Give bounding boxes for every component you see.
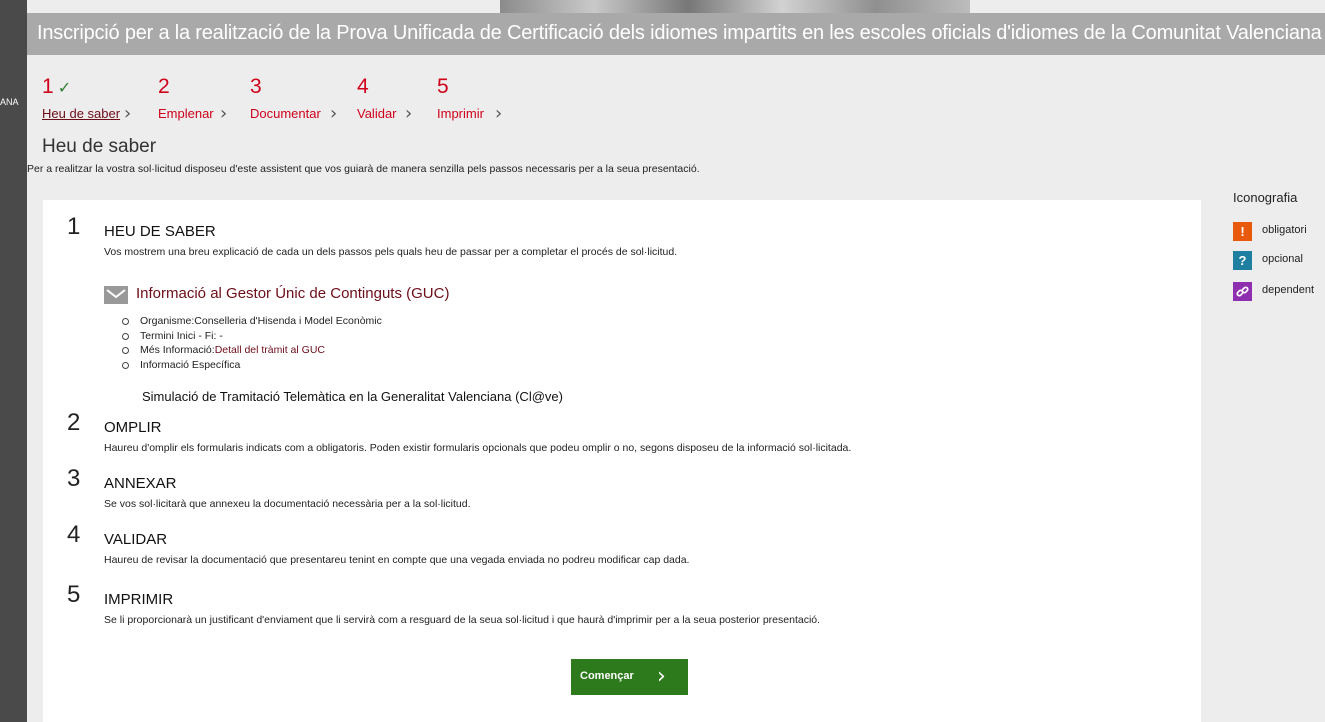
main-panel: 1 HEU DE SABER Vos mostrem una breu expl… (43, 200, 1201, 722)
header-title: Inscripció per a la realització de la Pr… (37, 22, 1322, 44)
step-3[interactable]: 3 Documentar › (250, 75, 337, 125)
chevron-right-icon: › (495, 103, 503, 124)
legend-optional-label: opcional (1262, 253, 1303, 265)
section-number: 1 (67, 213, 81, 240)
page-title: Heu de saber (42, 136, 157, 157)
section-heading: ANNEXAR (104, 475, 177, 492)
step-4-label[interactable]: Validar (357, 106, 397, 121)
step-1-number-wrap: 1 ✓ (42, 76, 71, 100)
section-number: 3 (67, 465, 81, 492)
section-heading: VALIDAR (104, 531, 168, 548)
section-number: 4 (67, 521, 81, 548)
header-photo-strip (500, 0, 970, 13)
step-3-number: 3 (250, 75, 262, 98)
guc-simulation-text: Simulació de Tramitació Telemàtica en la… (142, 389, 563, 404)
chevron-right-icon: › (405, 103, 413, 124)
guc-details-list: Organisme:Conselleria d'Hisenda i Model … (122, 314, 382, 372)
step-1-label[interactable]: Heu de saber (42, 106, 120, 121)
chevron-right-icon: › (124, 103, 132, 124)
guc-detail-link[interactable]: Detall del tràmit al GUC (215, 344, 325, 356)
guc-terms: Termini Inici - Fi: - (122, 329, 382, 344)
step-5-number: 5 (437, 75, 449, 98)
section-heading: OMPLIR (104, 419, 162, 436)
link-icon (1233, 282, 1252, 301)
guc-more-label: Més Informació: (140, 344, 215, 356)
step-3-label[interactable]: Documentar (250, 106, 321, 121)
section-text: Se vos sol·licitarà que annexeu la docum… (104, 498, 471, 510)
section-heading: IMPRIMIR (104, 591, 174, 608)
chevron-right-icon: › (220, 103, 228, 124)
left-sidebar-strip: ANA (0, 0, 27, 722)
guc-organism: Organisme:Conselleria d'Hisenda i Model … (122, 314, 382, 329)
start-button-label: Començar (580, 670, 634, 682)
start-button[interactable]: Començar › (571, 659, 688, 695)
section-text: Vos mostrem una breu explicació de cada … (104, 246, 678, 258)
guc-title: Informació al Gestor Únic de Continguts … (136, 285, 450, 302)
step-5[interactable]: 5 Imprimir › (437, 75, 502, 125)
legend-dependent-label: dependent (1262, 284, 1314, 296)
section-number: 5 (67, 581, 81, 608)
legend-mandatory-label: obligatori (1262, 224, 1307, 236)
step-4-number: 4 (357, 75, 369, 98)
section-number: 2 (67, 409, 81, 436)
page-header: Inscripció per a la realització de la Pr… (27, 13, 1325, 55)
guc-specific: Informació Específica (122, 358, 382, 373)
iconography-title: Iconografia (1233, 190, 1298, 205)
section-text: Se li proporcionarà un justificant d'env… (104, 614, 821, 626)
step-2-label[interactable]: Emplenar (158, 106, 214, 121)
section-text: Haureu de revisar la documentació que pr… (104, 554, 690, 566)
step-1-number: 1 (42, 75, 54, 98)
guc-organism-value: Conselleria d'Hisenda i Model Econòmic (194, 315, 382, 327)
check-icon: ✓ (57, 80, 72, 97)
envelope-icon (104, 286, 128, 304)
step-1[interactable]: 1 ✓ Heu de saber › (42, 76, 131, 125)
chevron-right-icon: › (330, 103, 338, 124)
left-edge-text: ANA (0, 97, 19, 107)
step-5-label[interactable]: Imprimir (437, 106, 484, 121)
page-intro: Per a realitzar la vostra sol·licitud di… (27, 163, 700, 175)
optional-icon: ? (1233, 251, 1252, 270)
step-4[interactable]: 4 Validar › (357, 75, 412, 125)
guc-organism-label: Organisme: (140, 315, 195, 327)
step-2[interactable]: 2 Emplenar › (158, 75, 227, 125)
mandatory-icon: ! (1233, 222, 1252, 241)
chevron-right-icon: › (657, 664, 666, 689)
section-heading: HEU DE SABER (104, 223, 216, 240)
section-text: Haureu d'omplir els formularis indicats … (104, 442, 852, 454)
step-2-number: 2 (158, 75, 170, 98)
guc-more-info: Més Informació:Detall del tràmit al GUC (122, 343, 382, 358)
